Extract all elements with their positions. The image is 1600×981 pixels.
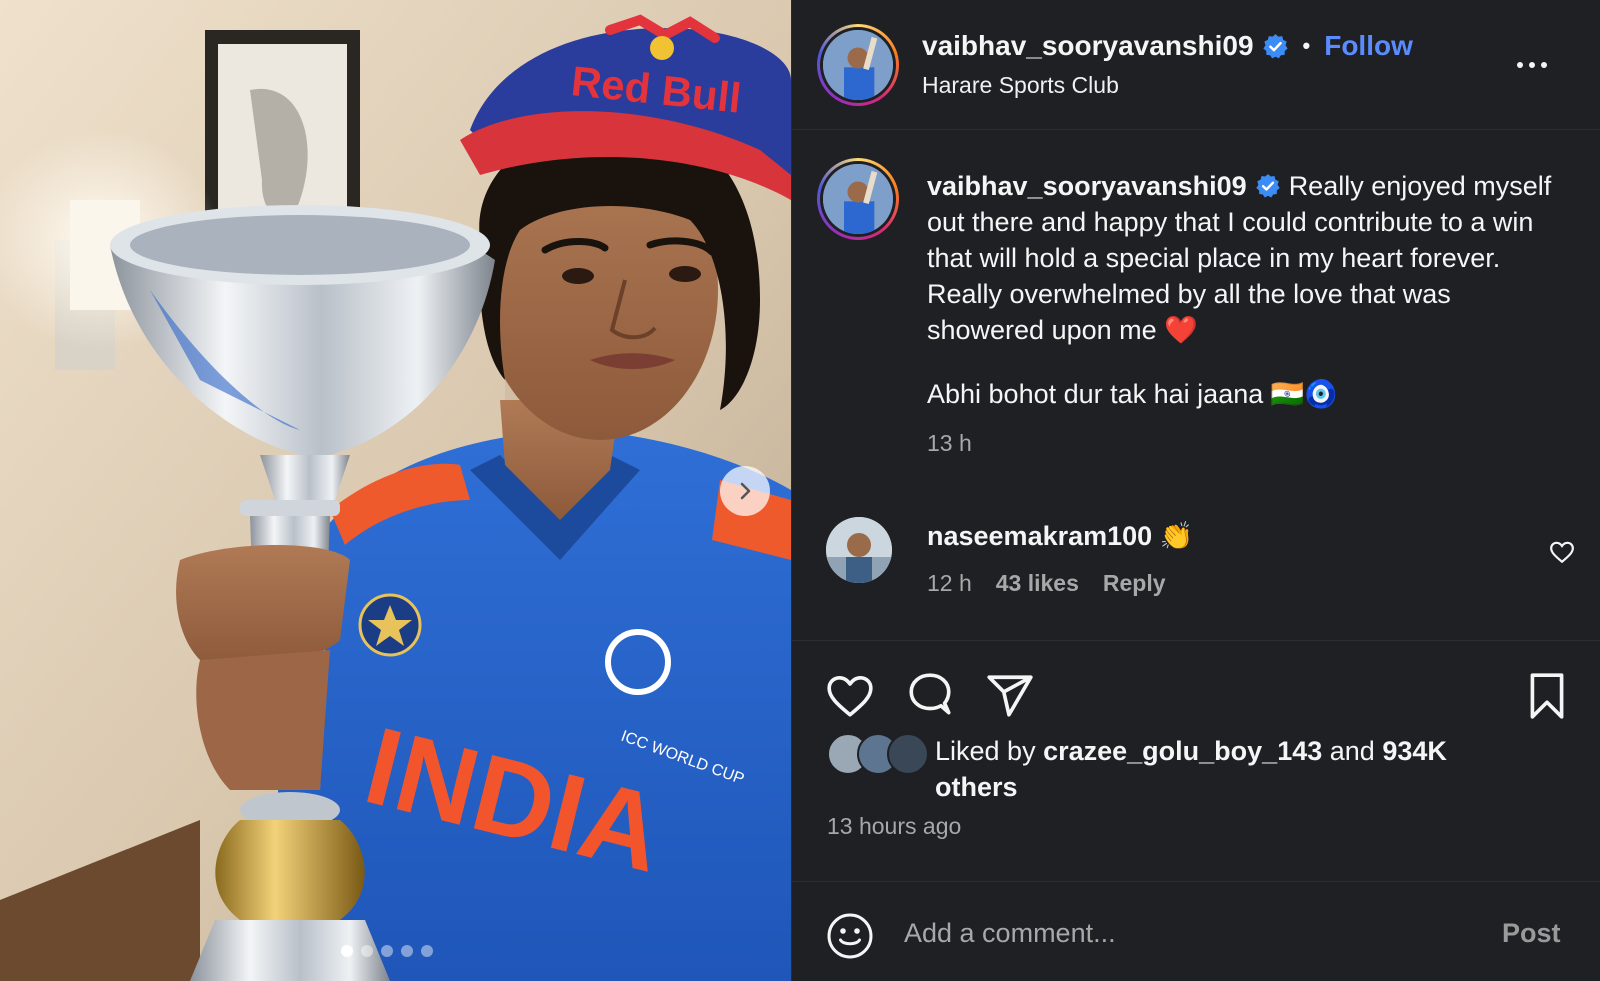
more-options-icon[interactable]: [1517, 56, 1557, 74]
post-photo: ICC WORLD CUP INDIA Red Bull: [0, 0, 791, 981]
carousel-dot[interactable]: [421, 945, 433, 957]
bookmark-icon[interactable]: [1522, 671, 1572, 721]
liker-username[interactable]: crazee_golu_boy_143: [1043, 736, 1322, 766]
instagram-post-view: ICC WORLD CUP INDIA Red Bull vaibhav_soo…: [0, 0, 1600, 981]
commenter-avatar-image: [826, 517, 892, 583]
comment-likes[interactable]: 43 likes: [996, 570, 1079, 597]
commenter-username[interactable]: naseemakram100: [927, 521, 1152, 551]
emoji-smiley-icon[interactable]: [826, 912, 874, 960]
post-timestamp[interactable]: 13 hours ago: [827, 813, 961, 840]
likers-avatars[interactable]: [827, 733, 933, 777]
verified-badge-icon: [1255, 174, 1280, 198]
caption-timestamp: 13 h: [927, 430, 972, 456]
post-media[interactable]: ICC WORLD CUP INDIA Red Bull: [0, 0, 791, 981]
chevron-right-icon: [740, 482, 751, 500]
carousel-next-button[interactable]: [720, 466, 770, 516]
caption-second-line: Abhi bohot dur tak hai jaana 🇮🇳🧿: [927, 379, 1338, 409]
author-avatar-image: [823, 30, 893, 100]
post-location[interactable]: Harare Sports Club: [922, 72, 1119, 99]
follow-button[interactable]: Follow: [1324, 30, 1413, 62]
carousel-dot[interactable]: [341, 945, 353, 957]
caption-username[interactable]: vaibhav_sooryavanshi09: [927, 171, 1247, 201]
carousel-dot[interactable]: [381, 945, 393, 957]
comment-like-heart-icon[interactable]: [1549, 539, 1575, 565]
post-header: vaibhav_sooryavanshi09 • Follow Harare S…: [792, 0, 1600, 130]
carousel-dot[interactable]: [401, 945, 413, 957]
likes-prefix: Liked by: [935, 736, 1036, 766]
post-comment-button[interactable]: Post: [1502, 918, 1561, 949]
comment-reply-button[interactable]: Reply: [1103, 570, 1166, 597]
post-side-panel: vaibhav_sooryavanshi09 • Follow Harare S…: [791, 0, 1600, 981]
author-username-row: vaibhav_sooryavanshi09 • Follow: [922, 30, 1413, 62]
likes-and: and: [1329, 736, 1375, 766]
comment-bubble-icon[interactable]: [905, 671, 955, 721]
carousel-dot[interactable]: [361, 945, 373, 957]
heart-icon[interactable]: [825, 671, 875, 721]
comment-text: 👏: [1159, 521, 1194, 551]
comment-item: naseemakram100 👏 12 h 43 likes Reply: [792, 510, 1600, 630]
commenter-avatar[interactable]: [826, 517, 892, 583]
caption-avatar-image: [823, 164, 893, 234]
comment-input[interactable]: [904, 908, 1464, 958]
comment-time: 12 h: [927, 570, 972, 596]
post-actions: Liked by crazee_golu_boy_143 and 934K ot…: [792, 640, 1600, 870]
add-comment-bar: Post: [792, 881, 1600, 981]
likes-summary: Liked by crazee_golu_boy_143 and 934K ot…: [827, 733, 1515, 805]
caption-avatar[interactable]: [817, 158, 899, 240]
author-avatar[interactable]: [817, 24, 899, 106]
caption-text-block: vaibhav_sooryavanshi09 Really enjoyed mys…: [927, 168, 1557, 348]
author-username[interactable]: vaibhav_sooryavanshi09: [922, 30, 1254, 62]
liker-avatar: [887, 733, 929, 775]
header-separator: •: [1302, 33, 1311, 58]
carousel-dots: [341, 945, 433, 957]
share-paper-plane-icon[interactable]: [985, 671, 1035, 721]
likes-text: Liked by crazee_golu_boy_143 and 934K ot…: [935, 733, 1515, 805]
comment-meta: 12 h 43 likes Reply: [927, 570, 1166, 597]
comment-body: naseemakram100 👏: [927, 520, 1193, 552]
verified-badge-icon: [1262, 33, 1288, 58]
